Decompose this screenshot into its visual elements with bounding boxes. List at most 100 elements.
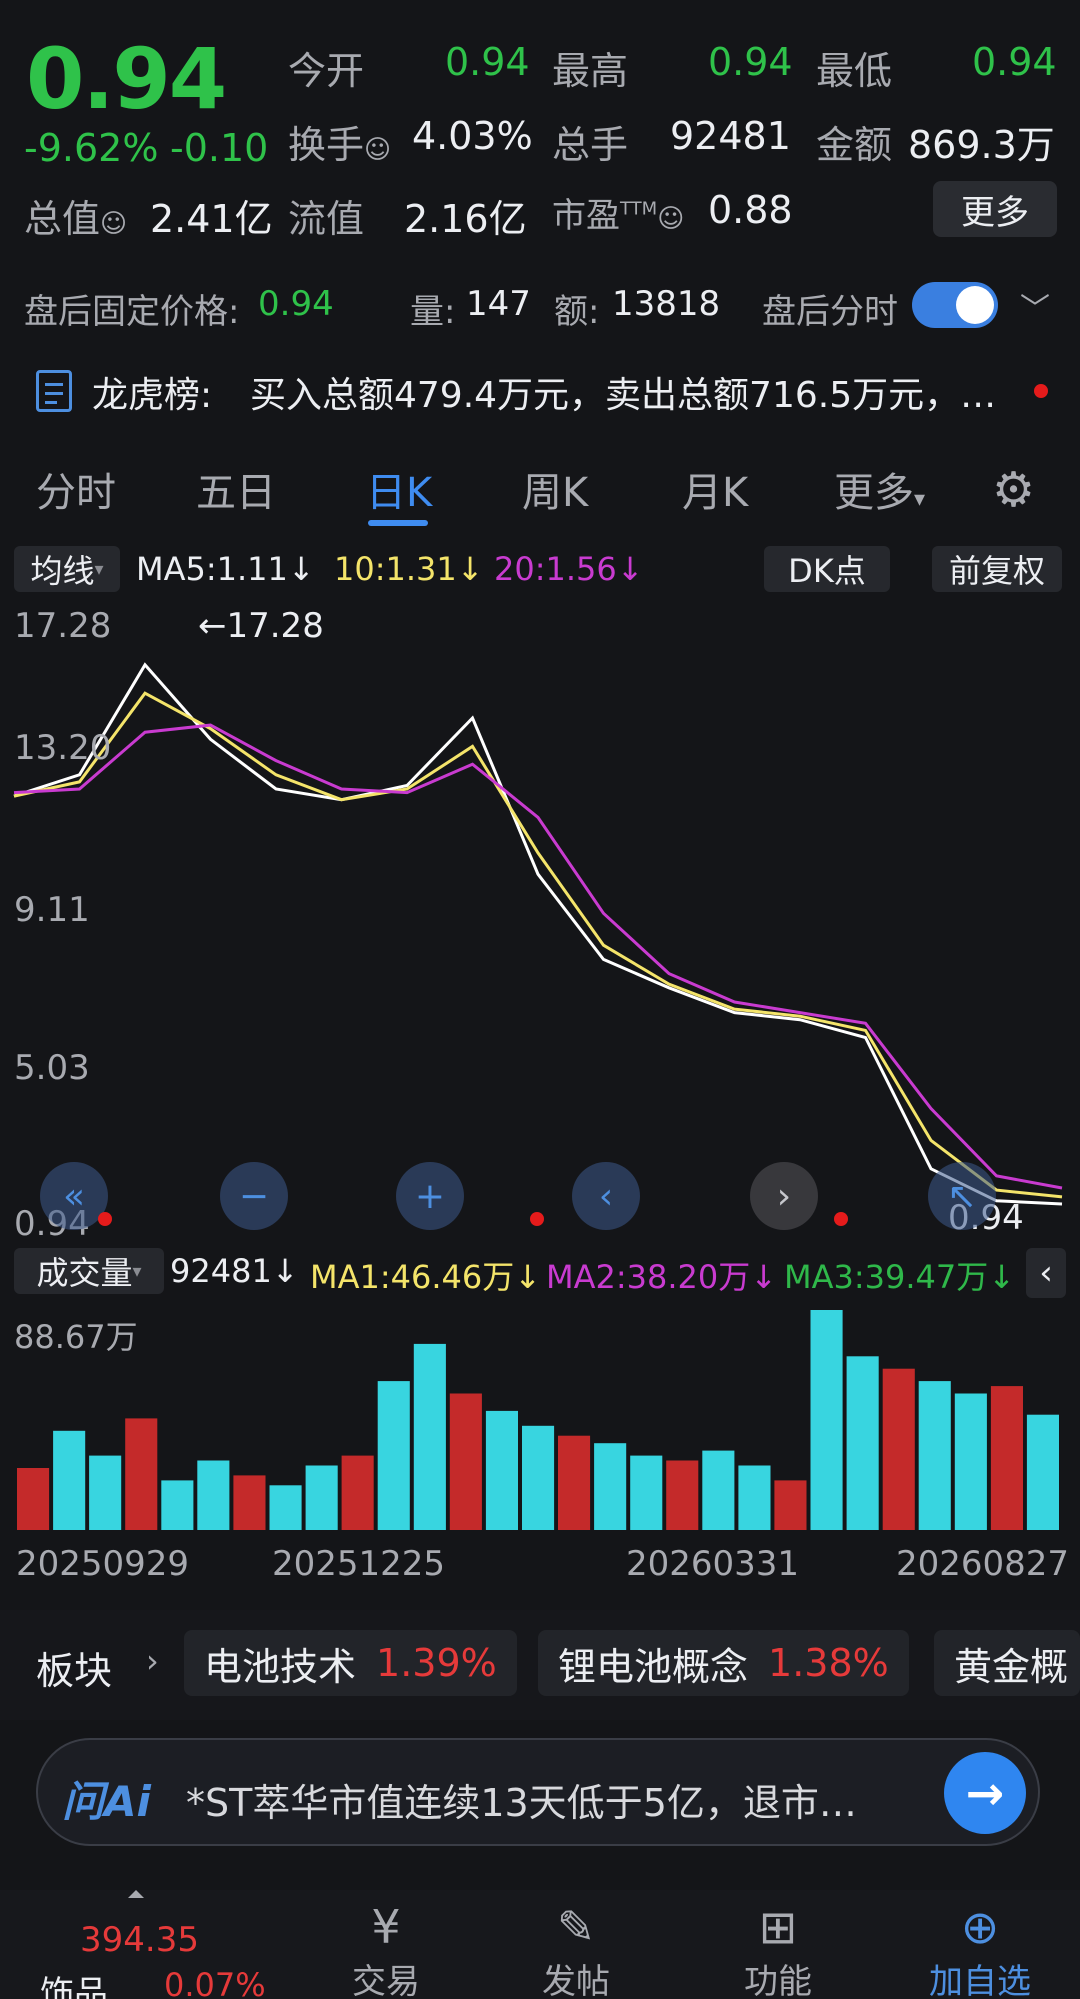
current-price: 0.94 <box>26 30 227 128</box>
amount-value: 869.3万 <box>908 123 1055 167</box>
ma20-value: 20:1.56↓ <box>494 550 644 588</box>
price-axis-label: 9.11 <box>14 890 90 930</box>
high-value: 0.94 <box>708 40 793 84</box>
volume-bar <box>161 1480 194 1530</box>
chevron-right-icon[interactable]: › <box>146 1642 159 1680</box>
volume-bar <box>558 1435 591 1530</box>
mktcap-value: 2.41亿 <box>150 197 273 241</box>
volume-value: 92481↓ <box>170 1252 299 1290</box>
signal-dot <box>834 1212 848 1226</box>
signal-dot <box>530 1212 544 1226</box>
after-hours-timeshare-label: 盘后分时 <box>762 292 898 332</box>
index-name[interactable]: 饰品 <box>40 1966 108 1999</box>
vol-ma3: MA3:39.47万↓ <box>784 1258 1016 1296</box>
volume-bar <box>341 1455 374 1530</box>
turnover-value: 4.03% <box>412 114 533 158</box>
chevron-left-icon[interactable]: ‹ <box>572 1162 640 1230</box>
mktcap-label: 总值☺ <box>24 197 128 241</box>
adjust-button[interactable]: 前复权 <box>932 546 1062 592</box>
tab-more[interactable]: 更多▾ <box>834 460 925 518</box>
open-label: 今开 <box>288 49 365 93</box>
pe-label: 市盈TTM☺ <box>552 196 685 236</box>
volume-bar <box>702 1450 735 1530</box>
ma5-value: MA5:1.11↓ <box>136 550 315 588</box>
volume-selector[interactable]: 成交量 ▾ <box>14 1248 164 1294</box>
volume-bar <box>522 1425 555 1530</box>
edit-icon: ✎ <box>556 1900 596 1954</box>
zoom-in-icon[interactable]: + <box>396 1162 464 1230</box>
date-axis-label: 20260331 <box>626 1544 800 1584</box>
after-hours-amt-label: 额: <box>554 292 600 332</box>
after-hours-amt: 13818 <box>612 284 721 324</box>
nav-add-watchlist[interactable]: ⊕ 加自选 <box>920 1900 1040 1999</box>
high-annotation: ←17.28 <box>198 606 324 646</box>
sector-chip[interactable]: 黄金概 <box>934 1630 1080 1696</box>
tab-daily-k[interactable]: 日K <box>366 460 432 518</box>
ma-line-10 <box>13 691 1063 1199</box>
info-icon: ☺ <box>364 135 392 165</box>
volume-value: 92481 <box>670 114 791 158</box>
dk-point-button[interactable]: DK点 <box>764 546 890 592</box>
volume-bar <box>269 1485 302 1530</box>
volume-bar <box>882 1368 915 1530</box>
more-button[interactable]: 更多 <box>933 181 1057 237</box>
price-axis-label: 13.20 <box>14 728 112 768</box>
index-pct: 0.07% <box>164 1966 266 1999</box>
turnover-label: 换手☺ <box>288 123 392 167</box>
float-label: 流值 <box>288 197 365 241</box>
after-hours-toggle[interactable] <box>912 282 998 328</box>
volume-chart[interactable] <box>10 1300 1066 1536</box>
volume-bar <box>810 1310 843 1530</box>
high-label: 最高 <box>552 49 629 93</box>
date-axis-label: 20250929 <box>16 1544 190 1584</box>
price-axis-label: 17.28 <box>14 606 112 646</box>
ai-logo: 问Ai <box>62 1777 151 1826</box>
after-hours-label: 盘后固定价格: <box>24 292 240 332</box>
volume-bar <box>954 1393 987 1530</box>
ai-prompt-text[interactable]: *ST萃华市值连续13天低于5亿，退市… <box>186 1772 916 1827</box>
volume-label: 总手 <box>552 123 629 167</box>
info-icon: ☺ <box>100 209 128 239</box>
tab-active-indicator <box>368 520 428 526</box>
volume-bar <box>197 1460 230 1530</box>
volume-bar <box>53 1430 86 1530</box>
chevron-down-icon[interactable]: ﹀ <box>1020 284 1050 328</box>
volume-bar <box>377 1381 410 1530</box>
sector-chip[interactable]: 锂电池概念 1.38% <box>538 1630 909 1696</box>
tab-timeshare[interactable]: 分时 <box>36 460 116 518</box>
signal-dot <box>98 1212 112 1226</box>
volume-bar <box>485 1410 518 1530</box>
sector-chip[interactable]: 电池技术 1.39% <box>184 1630 517 1696</box>
arrow-right-icon[interactable]: → <box>944 1752 1026 1834</box>
caret-up-icon <box>128 1890 144 1898</box>
sector-label: 板块 <box>36 1649 113 1693</box>
tab-weekly-k[interactable]: 周K <box>522 460 588 518</box>
vol-ma2: MA2:38.20万↓ <box>546 1258 778 1296</box>
nav-functions[interactable]: ⊞ 功能 <box>728 1900 828 1999</box>
nav-trade[interactable]: ¥ 交易 <box>336 1900 436 1999</box>
volume-bar <box>125 1418 158 1530</box>
tab-five-day[interactable]: 五日 <box>196 460 276 518</box>
tab-monthly-k[interactable]: 月K <box>682 460 748 518</box>
chevron-right-icon[interactable]: › <box>750 1162 818 1230</box>
dragon-tiger-text[interactable]: 买入总额479.4万元，卖出总额716.5万元，… <box>250 366 996 418</box>
expand-icon[interactable]: ↖ <box>928 1162 996 1230</box>
low-value: 0.94 <box>972 40 1057 84</box>
change-amount: -0.10 <box>170 126 269 170</box>
volume-bar <box>738 1465 771 1530</box>
amount-label: 金额 <box>816 123 893 167</box>
kline-chart[interactable] <box>10 600 1066 1240</box>
after-hours-vol-label: 量: <box>410 292 456 332</box>
ma-line-ma5 <box>13 662 1063 1206</box>
gear-icon[interactable]: ⚙ <box>992 462 1035 518</box>
change-pct: -9.62% <box>24 126 159 170</box>
date-axis-label: 20260827 <box>896 1544 1070 1584</box>
after-hours-price: 0.94 <box>258 284 334 324</box>
float-value: 2.16亿 <box>404 197 527 241</box>
ma-selector[interactable]: 均线 ▾ <box>14 546 120 592</box>
collapse-icon[interactable]: ‹ <box>1026 1248 1066 1298</box>
date-axis-label: 20251225 <box>272 1544 446 1584</box>
nav-post[interactable]: ✎ 发帖 <box>526 1900 626 1999</box>
zoom-out-icon[interactable]: − <box>220 1162 288 1230</box>
grid-icon: ⊞ <box>758 1900 798 1954</box>
